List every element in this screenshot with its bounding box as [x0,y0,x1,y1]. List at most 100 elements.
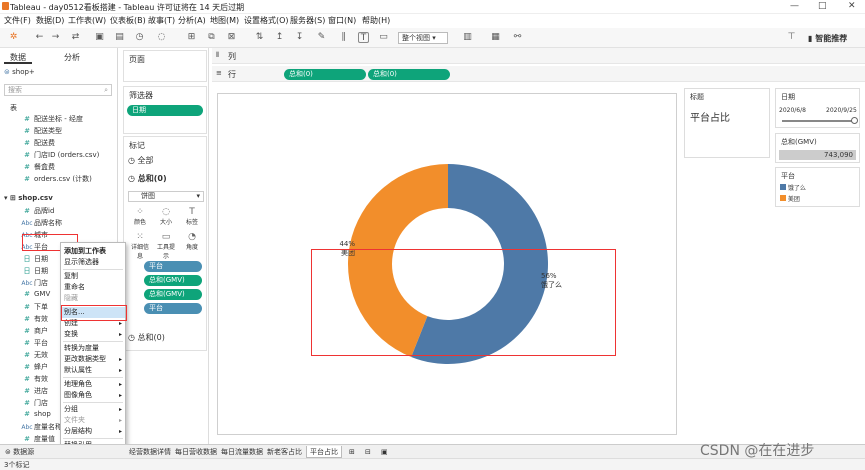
menu-story[interactable]: 故事(T) [148,15,175,26]
menu-data[interactable]: 数据(D) [36,15,64,26]
tooltip-button[interactable]: ▭ 工具提示 [156,232,176,260]
mark-pill-platform-detail[interactable]: 平台 [144,303,202,314]
menu-server[interactable]: 服务器(S) [290,15,325,26]
row-pill-sum-0-b[interactable]: 总和(0) [368,69,450,80]
mark-pill-gmv-size[interactable]: 总和(GMV) [144,275,202,286]
tab-sheet-1[interactable]: 经营数据详情 [126,446,174,458]
menu-help[interactable]: 帮助(H) [362,15,390,26]
context-menu-item[interactable]: 变换 ▸ [61,329,125,340]
date-slider-handle[interactable] [851,117,858,124]
menu-file[interactable]: 文件(F) [4,15,31,26]
field-item-shop-7[interactable]: # GMV [20,290,50,301]
share-icon[interactable]: ⚯ [512,32,523,43]
context-menu-item[interactable]: 地理角色 ▸ [61,379,125,390]
new-dashboard-tab-icon[interactable]: ⊟ [362,446,374,458]
field-item-shop-8[interactable]: # 下单 [20,302,48,313]
marks-all[interactable]: ◷ 全部 [128,155,154,166]
sort-asc-icon[interactable]: ↥ [274,32,285,43]
menu-worksheet[interactable]: 工作表(W) [68,15,106,26]
context-menu-item[interactable]: 隐藏 [61,293,125,304]
field-item-measure-0[interactable]: Abc度量名称 [20,422,62,433]
text-label-icon[interactable]: T [358,32,369,43]
maximize-button[interactable]: □ [818,1,827,11]
context-menu-item[interactable]: 文件夹 ▸ [61,415,125,426]
field-item-shop-9[interactable]: # 有效 [20,314,48,325]
sort-desc-icon[interactable]: ↧ [294,32,305,43]
menu-format[interactable]: 设置格式(O) [244,15,289,26]
color-button[interactable]: ⁘ 颜色 [130,207,150,229]
field-item-shop-0[interactable]: # 品牌id [20,206,54,217]
gmv-filter-value[interactable]: 743,090 [779,150,856,160]
title-card-value[interactable]: 平台占比 [685,105,769,128]
field-item-shop-5[interactable]: 日日期 [20,266,49,277]
tab-sheet-4[interactable]: 新老客占比 [264,446,305,458]
tab-datasource[interactable]: ⊜ 数据源 [2,446,37,458]
legend-item-meituan[interactable]: 美团 [780,194,800,203]
fix-axes-icon[interactable]: ▭ [378,32,389,43]
context-menu-item[interactable]: 重命名 [61,282,125,293]
new-story-tab-icon[interactable]: ▣ [378,446,391,458]
pause-icon[interactable]: ◷ [134,32,145,43]
tab-sheet-5-active[interactable]: 平台占比 [306,446,342,458]
duplicate-icon[interactable]: ⧉ [206,32,217,43]
close-button[interactable]: ✕ [848,1,856,11]
filter-pill-date[interactable]: 日期 [127,105,203,116]
clear-icon[interactable]: ⊠ [226,32,237,43]
paperclip-icon[interactable]: ∥ [338,32,349,43]
pin-icon[interactable]: ⊤ [786,32,797,43]
detail-button[interactable]: ⁙ 详细信息 [130,232,150,260]
undo-icon[interactable]: ← [34,32,45,43]
search-input[interactable]: 搜索 ⌕ [4,84,112,96]
field-item-shop-15[interactable]: # 进店 [20,386,48,397]
view-mode-select[interactable]: 整个视图 ▾ [398,32,448,44]
context-menu-item[interactable]: 复制 [61,271,125,282]
field-item-top-5[interactable]: # orders.csv (计数) [20,174,92,185]
menu-analysis[interactable]: 分析(A) [178,15,206,26]
swap-icon[interactable]: ⇄ [70,32,81,43]
mark-pill-platform-color[interactable]: 平台 [144,261,202,272]
columns-shelf[interactable]: ⦀ 列 [212,48,865,64]
save-icon[interactable]: ▣ [94,32,105,43]
new-datasource-icon[interactable]: ▤ [114,32,125,43]
highlight-icon[interactable]: ✎ [316,32,327,43]
field-item-shop-17[interactable]: # shop [20,410,51,421]
tab-data[interactable]: 数据 [4,50,32,64]
redo-icon[interactable]: → [50,32,61,43]
marks-sum-2[interactable]: ◷ 总和(0) [128,332,165,343]
refresh-icon[interactable]: ◌ [156,32,167,43]
field-item-shop-4[interactable]: 日日期 [20,254,49,265]
table-shop[interactable]: ▾ ⊞ shop.csv [4,194,53,202]
smart-recommend-button[interactable]: ▮ 智能推荐 [808,33,847,44]
field-item-top-1[interactable]: # 配送类型 [20,126,62,137]
field-item-shop-13[interactable]: # 蜂户 [20,362,48,373]
mark-pill-gmv-angle[interactable]: 总和(GMV) [144,289,202,300]
minimize-button[interactable]: — [790,1,799,11]
field-item-shop-1[interactable]: Abc品牌名称 [20,218,62,229]
menu-dashboard[interactable]: 仪表板(B) [110,15,146,26]
context-menu-item[interactable]: 转换为度量 [61,343,125,354]
field-item-top-2[interactable]: # 配送费 [20,138,55,149]
legend-item-eleme[interactable]: 饿了么 [780,183,806,192]
context-menu-item[interactable]: 默认属性 ▸ [61,365,125,376]
show-me-cards-icon[interactable]: ▥ [462,32,473,43]
mark-type-select[interactable]: 饼图 ▾ [128,191,204,202]
context-menu-item[interactable]: 图像角色 ▸ [61,390,125,401]
field-item-shop-14[interactable]: # 有效 [20,374,48,385]
label-button[interactable]: T 标签 [182,207,202,229]
tableau-home-icon[interactable]: ✲ [8,32,19,43]
row-pill-sum-0-a[interactable]: 总和(0) [284,69,366,80]
new-sheet-tab-icon[interactable]: ⊞ [346,446,358,458]
datasource-item[interactable]: ⊜ shop+ [4,68,35,76]
field-item-top-3[interactable]: # 门店ID (orders.csv) [20,150,99,161]
field-item-shop-10[interactable]: # 商户 [20,326,48,337]
field-item-shop-6[interactable]: Abc门店 [20,278,48,289]
tab-sheet-3[interactable]: 每日流量数据 [218,446,266,458]
menu-map[interactable]: 地图(M) [210,15,239,26]
field-item-top-4[interactable]: # 餐盒费 [20,162,55,173]
rows-shelf[interactable]: ≡ 行 总和(0) 总和(0) [212,66,865,82]
date-slider-track[interactable] [782,120,856,122]
menu-window[interactable]: 窗口(N) [328,15,356,26]
field-item-shop-16[interactable]: # 门店 [20,398,48,409]
context-menu-item[interactable]: 添加到工作表 [61,246,125,257]
context-menu-item[interactable]: 分层结构 ▸ [61,426,125,437]
